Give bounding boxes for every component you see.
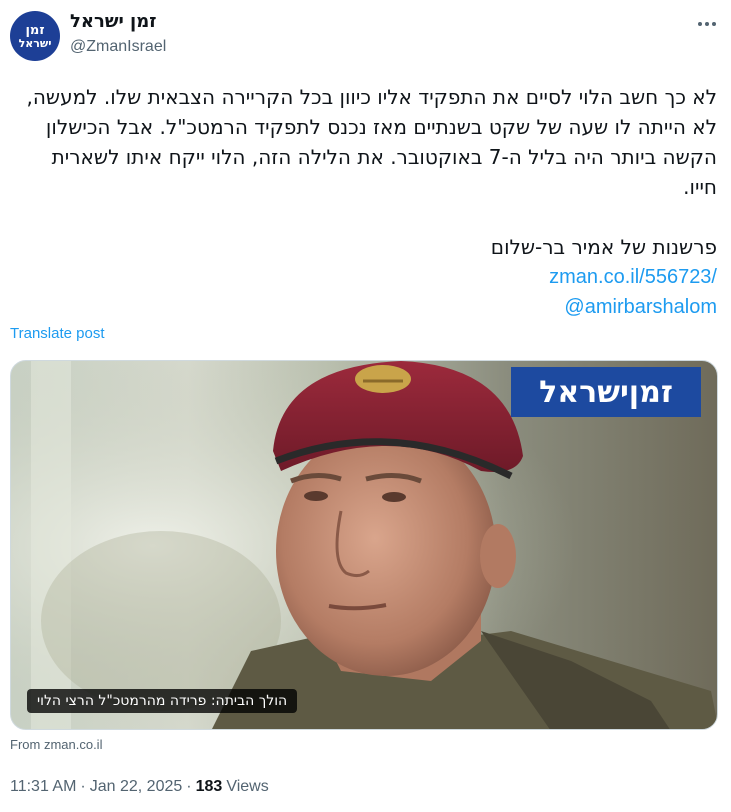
meta-separator: · — [186, 778, 192, 795]
avatar-text-line1: זמן — [25, 22, 45, 38]
media-caption: הולך הביתה: פרידה מהרמטכ"ל הרצי הלוי — [27, 689, 298, 713]
views-label: Views — [226, 778, 269, 795]
article-link[interactable]: zman.co.il/556723/ — [12, 262, 717, 292]
translate-post-button[interactable]: Translate post — [10, 325, 105, 342]
tweet-paragraph: לא כך חשב הלוי לסיים את התפקיד אליו כיוו… — [26, 85, 717, 199]
mention-link[interactable]: @amirbarshalom — [12, 292, 717, 322]
meta-separator: · — [80, 778, 86, 795]
author-handle[interactable]: @ZmanIsrael — [70, 38, 166, 56]
avatar-text-line2: ישראל — [18, 36, 52, 50]
link-source[interactable]: From zman.co.il — [10, 737, 102, 752]
more-options-button[interactable] — [695, 12, 719, 36]
tweet-date[interactable]: Jan 22, 2025 — [90, 778, 183, 796]
tweet-text: לא כך חשב הלוי לסיים את התפקיד אליו כיוו… — [12, 82, 717, 322]
brand-logo: זמןישראל — [511, 367, 701, 417]
author-display-name[interactable]: זמן ישראל — [70, 11, 156, 32]
views-count: 183 — [195, 778, 223, 795]
tweet-byline: פרשנות של אמיר בר-שלום — [490, 235, 717, 259]
tweet-meta: 11:31 AM · Jan 22, 2025 · 183 Views — [10, 778, 269, 796]
more-horizontal-icon — [698, 22, 716, 26]
avatar[interactable]: זמן ישראל — [10, 11, 60, 61]
media-card[interactable]: זמןישראל הולך הביתה: פרידה מהרמטכ"ל הרצי… — [10, 360, 718, 730]
tweet-time[interactable]: 11:31 AM — [10, 778, 76, 796]
tweet-card: זמן ישראל זמן ישראל @ZmanIsrael לא כך חש… — [0, 0, 731, 812]
